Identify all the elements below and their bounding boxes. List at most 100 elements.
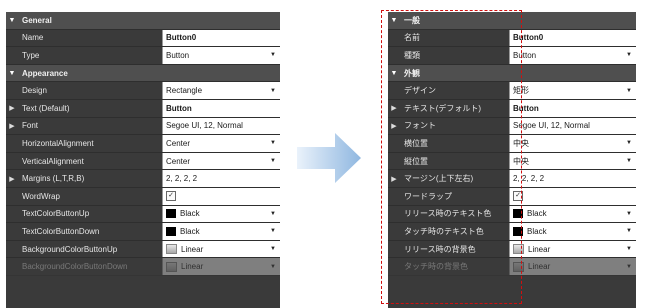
property-row[interactable]: ▶ Text (Default) Button xyxy=(6,99,280,118)
property-row[interactable]: WordWrap ✓ xyxy=(6,187,280,206)
property-row[interactable]: ワードラップ ✓ xyxy=(388,187,636,206)
triangle-right-icon[interactable]: ▶ xyxy=(388,122,400,130)
property-value[interactable]: Black ▼ xyxy=(509,223,636,240)
triangle-down-icon[interactable]: ▼ xyxy=(6,17,18,24)
property-name: Text (Default) xyxy=(22,103,70,113)
chevron-down-icon[interactable]: ▼ xyxy=(626,158,632,164)
triangle-right-icon[interactable]: ▶ xyxy=(6,104,18,112)
property-value-text: Center xyxy=(166,156,191,166)
property-value[interactable]: Black ▼ xyxy=(162,205,280,223)
property-row[interactable]: Type Button ▼ xyxy=(6,47,280,65)
property-value[interactable]: ✓ xyxy=(509,187,636,205)
property-value[interactable]: Center ▼ xyxy=(162,152,280,170)
property-value[interactable]: Button ▼ xyxy=(162,47,280,64)
chevron-down-icon[interactable]: ▼ xyxy=(270,52,276,58)
property-row[interactable]: デザイン 矩形 ▼ xyxy=(388,82,636,100)
checkbox[interactable]: ✓ xyxy=(513,191,523,202)
property-value[interactable]: Button0 xyxy=(162,29,280,47)
color-swatch xyxy=(166,244,177,255)
property-value-text: Segoe UI, 12, Normal xyxy=(166,121,243,131)
property-value[interactable]: ✓ xyxy=(162,187,280,205)
property-name: マージン(上下左右) xyxy=(404,174,474,184)
property-row[interactable]: タッチ時の背景色 Linear ▼ xyxy=(388,258,636,276)
chevron-down-icon[interactable]: ▼ xyxy=(626,52,632,58)
property-row[interactable]: BackgroundColorButtonUp Linear ▼ xyxy=(6,240,280,259)
property-row[interactable]: HorizontalAlignment Center ▼ xyxy=(6,135,280,153)
property-row[interactable]: ▶ テキスト(デフォルト) Button xyxy=(388,99,636,118)
triangle-right-icon[interactable]: ▶ xyxy=(388,104,400,112)
property-row[interactable]: ▶ マージン(上下左右) 2, 2, 2, 2 xyxy=(388,170,636,188)
chevron-down-icon[interactable]: ▼ xyxy=(626,264,632,270)
triangle-right-icon[interactable]: ▶ xyxy=(6,175,18,183)
property-value[interactable]: Button xyxy=(162,99,280,117)
property-row[interactable]: タッチ時のテキスト色 Black ▼ xyxy=(388,223,636,241)
property-row[interactable]: TextColorButtonUp Black ▼ xyxy=(6,205,280,224)
property-value[interactable]: Segoe UI, 12, Normal xyxy=(509,117,636,135)
property-name: TextColorButtonDown xyxy=(22,226,100,236)
property-value[interactable]: 矩形 ▼ xyxy=(509,82,636,99)
property-value[interactable]: 2, 2, 2, 2 xyxy=(162,170,280,187)
property-group-header[interactable]: ▼ 一般 xyxy=(388,12,636,30)
property-row[interactable]: Name Button0 xyxy=(6,29,280,48)
chevron-down-icon[interactable]: ▼ xyxy=(626,211,632,217)
property-group-header[interactable]: ▼ 外観 xyxy=(388,64,636,83)
property-value[interactable]: 中央 ▼ xyxy=(509,152,636,170)
chevron-down-icon[interactable]: ▼ xyxy=(270,88,276,94)
property-row[interactable]: ▶ Font Segoe UI, 12, Normal xyxy=(6,117,280,136)
property-value[interactable]: Linear ▼ xyxy=(162,258,280,275)
property-row[interactable]: TextColorButtonDown Black ▼ xyxy=(6,223,280,241)
property-grid-japanese: ▼ 一般 名前 Button0 種類 Button ▼ ▼ 外観デザイン 矩形 ▼ ▶ テキスト(デフォ… xyxy=(388,12,636,308)
property-name: フォント xyxy=(404,121,436,131)
property-row[interactable]: BackgroundColorButtonDown Linear ▼ xyxy=(6,258,280,276)
property-row[interactable]: ▶ Margins (L,T,R,B) 2, 2, 2, 2 xyxy=(6,170,280,188)
triangle-right-icon[interactable]: ▶ xyxy=(388,175,400,183)
property-row[interactable]: VerticalAlignment Center ▼ xyxy=(6,152,280,171)
property-value[interactable]: Button0 xyxy=(509,29,636,47)
property-value-text: 中央 xyxy=(513,156,529,166)
property-name: 横位置 xyxy=(404,138,428,148)
chevron-down-icon[interactable]: ▼ xyxy=(270,246,276,252)
triangle-down-icon[interactable]: ▼ xyxy=(6,70,18,77)
property-value[interactable]: Linear ▼ xyxy=(162,240,280,258)
property-name: WordWrap xyxy=(22,191,60,201)
chevron-down-icon[interactable]: ▼ xyxy=(270,228,276,234)
chevron-down-icon[interactable]: ▼ xyxy=(270,264,276,270)
property-row[interactable]: ▶ フォント Segoe UI, 12, Normal xyxy=(388,117,636,136)
property-value[interactable]: Black ▼ xyxy=(509,205,636,223)
property-row[interactable]: 縦位置 中央 ▼ xyxy=(388,152,636,171)
property-value[interactable]: Rectangle ▼ xyxy=(162,82,280,99)
triangle-right-icon[interactable]: ▶ xyxy=(6,122,18,130)
property-value[interactable]: Black ▼ xyxy=(162,223,280,240)
checkbox[interactable]: ✓ xyxy=(166,191,176,202)
property-value[interactable]: Button ▼ xyxy=(509,47,636,64)
property-row[interactable]: 名前 Button0 xyxy=(388,29,636,48)
property-row[interactable]: 横位置 中央 ▼ xyxy=(388,135,636,153)
property-name: デザイン xyxy=(404,86,436,96)
property-value[interactable]: 中央 ▼ xyxy=(509,135,636,152)
chevron-down-icon[interactable]: ▼ xyxy=(626,140,632,146)
property-value[interactable]: Button xyxy=(509,99,636,117)
chevron-down-icon[interactable]: ▼ xyxy=(270,211,276,217)
property-value[interactable]: Linear ▼ xyxy=(509,240,636,258)
triangle-down-icon[interactable]: ▼ xyxy=(388,70,400,77)
property-row[interactable]: Design Rectangle ▼ xyxy=(6,82,280,100)
triangle-down-icon[interactable]: ▼ xyxy=(388,17,400,24)
property-value-text: Linear xyxy=(528,244,551,254)
chevron-down-icon[interactable]: ▼ xyxy=(626,228,632,234)
property-value[interactable]: Center ▼ xyxy=(162,135,280,152)
chevron-down-icon[interactable]: ▼ xyxy=(270,140,276,146)
property-group-header[interactable]: ▼ Appearance xyxy=(6,64,280,83)
property-value[interactable]: Segoe UI, 12, Normal xyxy=(162,117,280,135)
property-group-header[interactable]: ▼ General xyxy=(6,12,280,30)
property-value[interactable]: Linear ▼ xyxy=(509,258,636,275)
chevron-down-icon[interactable]: ▼ xyxy=(270,158,276,164)
chevron-down-icon[interactable]: ▼ xyxy=(626,88,632,94)
property-name: Type xyxy=(22,50,40,60)
property-row[interactable]: リリース時の背景色 Linear ▼ xyxy=(388,240,636,259)
chevron-down-icon[interactable]: ▼ xyxy=(626,246,632,252)
property-row[interactable]: リリース時のテキスト色 Black ▼ xyxy=(388,205,636,224)
property-value[interactable]: 2, 2, 2, 2 xyxy=(509,170,636,187)
property-name: ワードラップ xyxy=(404,191,452,201)
property-name: Name xyxy=(22,33,44,43)
property-row[interactable]: 種類 Button ▼ xyxy=(388,47,636,65)
